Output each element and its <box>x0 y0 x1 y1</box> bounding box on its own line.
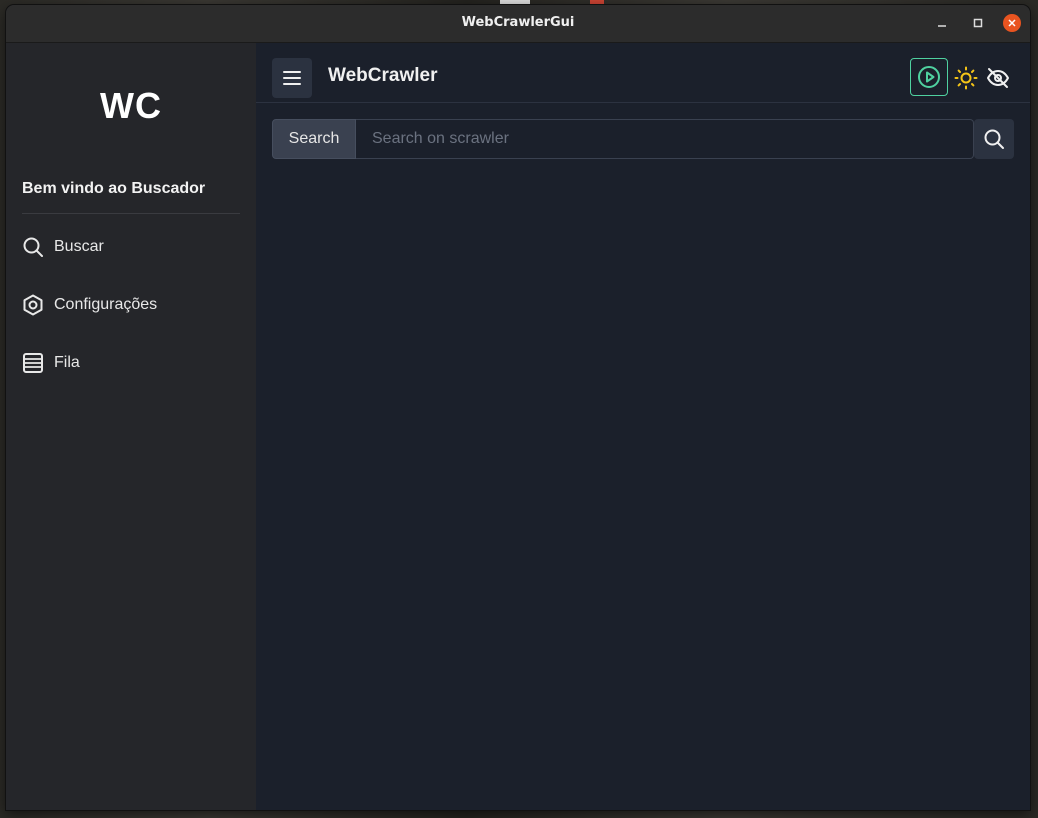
sidebar-item-label: Configurações <box>54 296 158 313</box>
sidebar-item-fila[interactable]: Fila <box>22 348 240 378</box>
visibility-toggle-button[interactable] <box>985 65 1011 91</box>
welcome-heading: Bem vindo ao Buscador <box>22 180 206 197</box>
start-crawler-button[interactable] <box>910 58 948 96</box>
play-circle-icon <box>918 66 940 88</box>
window-title: WebCrawlerGui <box>461 15 575 30</box>
theme-toggle-button[interactable] <box>953 65 979 91</box>
list-icon <box>22 352 44 374</box>
sun-icon <box>954 66 978 90</box>
app-window: WebCrawlerGui WC Bem vindo ao Buscador B… <box>6 5 1030 810</box>
search-icon <box>984 129 1004 149</box>
page-title: WebCrawler <box>328 65 438 86</box>
sidebar: WC Bem vindo ao Buscador Buscar Configur… <box>6 43 256 810</box>
close-button[interactable] <box>1003 14 1021 32</box>
app-logo: WC <box>100 85 162 126</box>
sidebar-divider <box>22 213 240 214</box>
sidebar-item-label: Buscar <box>54 238 104 255</box>
sidebar-item-label: Fila <box>54 354 80 371</box>
maximize-icon <box>973 18 983 28</box>
sidebar-item-configuracoes[interactable]: Configurações <box>22 290 240 320</box>
settings-hexagon-icon <box>22 294 44 316</box>
close-icon <box>1008 19 1016 27</box>
top-header: WebCrawler <box>256 43 1030 103</box>
search-submit-button[interactable] <box>974 119 1014 159</box>
minimize-button[interactable] <box>933 14 951 32</box>
search-label: Search <box>272 119 356 159</box>
menu-toggle-button[interactable] <box>272 58 312 98</box>
maximize-button[interactable] <box>969 14 987 32</box>
main-content: WebCrawler Search Search on scrawler <box>256 43 1030 810</box>
hamburger-menu-icon <box>283 71 301 85</box>
search-icon <box>22 236 44 258</box>
eye-off-icon <box>987 68 1009 88</box>
minimize-icon <box>938 25 946 27</box>
search-input[interactable] <box>356 119 974 159</box>
search-bar: Search <box>272 119 1014 159</box>
titlebar: WebCrawlerGui <box>6 5 1030 43</box>
sidebar-item-buscar[interactable]: Buscar <box>22 232 240 262</box>
